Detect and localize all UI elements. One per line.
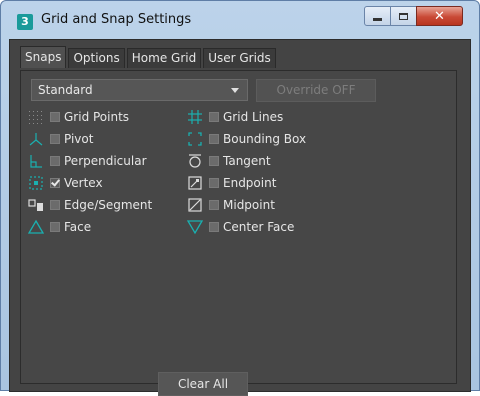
pivot-checkbox[interactable]: [50, 134, 60, 144]
grid-points-label: Grid Points: [64, 110, 130, 124]
vertex-label: Vertex: [64, 176, 103, 190]
edge-segment-icon: [27, 197, 45, 213]
pivot-label: Pivot: [64, 132, 94, 146]
endpoint-checkbox[interactable]: [209, 178, 219, 188]
snap-row-perpendicular[interactable]: Perpendicular: [27, 152, 147, 170]
grid-snap-settings-window: 3 Grid and Snap Settings ✕ Snaps Options…: [0, 0, 480, 396]
tab-home-grid[interactable]: Home Grid: [126, 48, 202, 68]
edge-segment-label: Edge/Segment: [64, 198, 153, 212]
endpoint-icon: [186, 175, 204, 191]
close-button[interactable]: ✕: [416, 6, 463, 26]
midpoint-checkbox[interactable]: [209, 200, 219, 210]
tab-snaps[interactable]: Snaps: [20, 46, 67, 68]
bounding-box-label: Bounding Box: [223, 132, 307, 146]
perpendicular-checkbox[interactable]: [50, 156, 60, 166]
center-face-icon: [186, 219, 204, 235]
tab-bar: Snaps Options Home Grid User Grids: [20, 46, 278, 70]
grid-lines-icon: [186, 109, 204, 125]
snaps-panel: Standard Override OFF Grid Points Pivot …: [20, 70, 457, 396]
center-face-checkbox[interactable]: [209, 222, 219, 232]
snap-row-pivot[interactable]: Pivot: [27, 130, 93, 148]
pivot-icon: [27, 131, 45, 147]
maximize-icon: [399, 12, 408, 20]
snap-row-face[interactable]: Face: [27, 218, 91, 236]
title-bar[interactable]: 3 Grid and Snap Settings ✕: [1, 1, 479, 39]
app-icon: 3: [17, 14, 33, 30]
center-face-label: Center Face: [223, 220, 295, 234]
endpoint-label: Endpoint: [223, 176, 277, 190]
snap-type-dropdown[interactable]: Standard: [31, 79, 248, 101]
snap-row-grid-lines[interactable]: Grid Lines: [186, 108, 283, 126]
snap-row-grid-points[interactable]: Grid Points: [27, 108, 129, 126]
snap-row-bounding-box[interactable]: Bounding Box: [186, 130, 306, 148]
vertex-icon: [27, 175, 45, 191]
bounding-box-icon: [186, 131, 204, 147]
tab-user-grids[interactable]: User Grids: [203, 48, 276, 68]
midpoint-icon: [186, 197, 204, 213]
snap-row-midpoint[interactable]: Midpoint: [186, 196, 275, 214]
minimize-icon: [373, 18, 382, 21]
grid-lines-label: Grid Lines: [223, 110, 284, 124]
dialog-client-area: Snaps Options Home Grid User Grids Stand…: [9, 39, 471, 396]
snap-row-center-face[interactable]: Center Face: [186, 218, 294, 236]
grid-points-checkbox[interactable]: [50, 112, 60, 122]
window-title: Grid and Snap Settings: [41, 12, 192, 27]
snap-row-tangent[interactable]: Tangent: [186, 152, 271, 170]
snap-type-value: Standard: [38, 83, 93, 97]
face-checkbox[interactable]: [50, 222, 60, 232]
bounding-box-checkbox[interactable]: [209, 134, 219, 144]
close-icon: ✕: [434, 8, 445, 24]
perpendicular-icon: [27, 153, 45, 169]
face-label: Face: [64, 220, 92, 234]
override-button[interactable]: Override OFF: [256, 79, 376, 102]
grid-points-icon: [27, 109, 45, 125]
snap-row-edge-segment[interactable]: Edge/Segment: [27, 196, 152, 214]
edge-segment-checkbox[interactable]: [50, 200, 60, 210]
clear-all-button[interactable]: Clear All: [158, 372, 248, 396]
dropdown-arrow-icon: [231, 88, 239, 93]
maximize-button[interactable]: [390, 6, 417, 26]
tangent-checkbox[interactable]: [209, 156, 219, 166]
snap-row-endpoint[interactable]: Endpoint: [186, 174, 276, 192]
tangent-label: Tangent: [223, 154, 271, 168]
tangent-icon: [186, 153, 204, 169]
grid-lines-checkbox[interactable]: [209, 112, 219, 122]
minimize-button[interactable]: [364, 6, 391, 26]
vertex-checkbox[interactable]: [50, 178, 60, 188]
snap-row-vertex[interactable]: Vertex: [27, 174, 103, 192]
midpoint-label: Midpoint: [223, 198, 275, 212]
tab-options[interactable]: Options: [68, 48, 125, 68]
face-icon: [27, 219, 45, 235]
perpendicular-label: Perpendicular: [64, 154, 147, 168]
